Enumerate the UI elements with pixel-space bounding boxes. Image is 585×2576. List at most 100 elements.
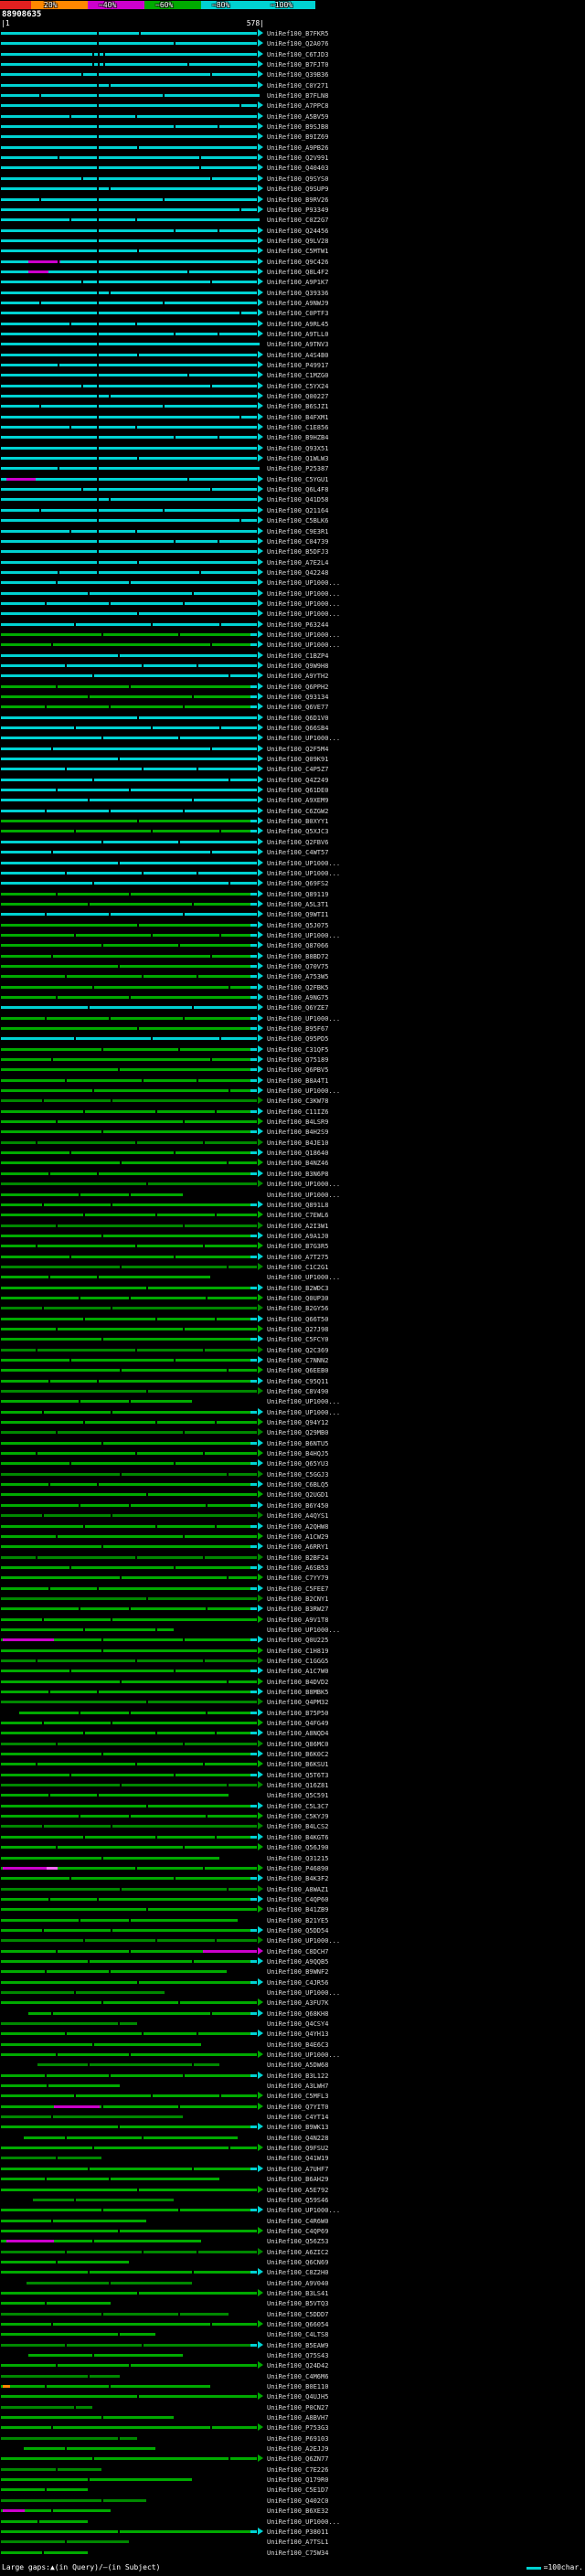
- hit-label[interactable]: UniRef100_UP1000...: [267, 1181, 340, 1188]
- hit-label[interactable]: UniRef100_Q0UP30: [267, 1295, 328, 1302]
- hit-label[interactable]: UniRef100_A9V040: [267, 2280, 328, 2287]
- hit-label[interactable]: UniRef100_P46890: [267, 1865, 328, 1872]
- hit-label[interactable]: UniRef100_A9TLL0: [267, 331, 328, 338]
- hit-label[interactable]: UniRef100_A9QQB5: [267, 1958, 328, 1966]
- hit-label[interactable]: UniRef100_B6Y450: [267, 1502, 328, 1510]
- hit-label[interactable]: UniRef100_B8A4T1: [267, 1077, 328, 1085]
- hit-label[interactable]: UniRef100_C5KYJ9: [267, 1813, 328, 1820]
- hit-label[interactable]: UniRef100_C0PTF3: [267, 310, 328, 317]
- hit-label[interactable]: UniRef100_UP1000...: [267, 1274, 340, 1281]
- hit-label[interactable]: UniRef100_UP1000...: [267, 641, 340, 649]
- hit-label[interactable]: UniRef100_UP1000...: [267, 1937, 340, 1945]
- hit-label[interactable]: UniRef100_B6SJZ1: [267, 403, 328, 410]
- hit-label[interactable]: UniRef100_C8DCH7: [267, 1948, 328, 1956]
- hit-label[interactable]: UniRef100_Q89119: [267, 891, 328, 898]
- hit-label[interactable]: UniRef100_Q179R0: [267, 2476, 328, 2484]
- hit-label[interactable]: UniRef100_Q5T6T3: [267, 1772, 328, 1779]
- hit-label[interactable]: UniRef100_A9PB26: [267, 144, 328, 152]
- hit-label[interactable]: UniRef100_C1H819: [267, 1648, 328, 1655]
- hit-label[interactable]: UniRef100_Q4N228: [267, 2135, 328, 2142]
- hit-label[interactable]: UniRef100_B7FJT0: [267, 61, 328, 69]
- hit-label[interactable]: UniRef100_B4JE10: [267, 1140, 328, 1147]
- hit-label[interactable]: UniRef100_Q95PD5: [267, 1035, 328, 1043]
- hit-label[interactable]: UniRef100_C1C2G1: [267, 1264, 328, 1271]
- hit-label[interactable]: UniRef100_Q69FS2: [267, 880, 328, 887]
- hit-label[interactable]: UniRef100_Q2A076: [267, 40, 328, 48]
- hit-label[interactable]: UniRef100_C5FEE7: [267, 1585, 328, 1593]
- hit-label[interactable]: UniRef100_C9E3R1: [267, 528, 328, 535]
- hit-label[interactable]: UniRef100_UP1000...: [267, 2518, 340, 2526]
- hit-label[interactable]: UniRef100_B4KGT6: [267, 1834, 328, 1841]
- hit-label[interactable]: UniRef100_C5YX24: [267, 383, 328, 390]
- hit-label[interactable]: UniRef100_C5E1D7: [267, 2486, 328, 2494]
- hit-label[interactable]: UniRef100_Q6YZE7: [267, 1004, 328, 1012]
- hit-label[interactable]: UniRef100_UP1000...: [267, 2051, 340, 2059]
- hit-label[interactable]: UniRef100_C5GGJ3: [267, 1471, 328, 1479]
- hit-label[interactable]: UniRef100_Q75S43: [267, 2352, 328, 2359]
- hit-label[interactable]: UniRef100_P93349: [267, 207, 328, 214]
- hit-label[interactable]: UniRef100_P753G3: [267, 2424, 328, 2432]
- hit-label[interactable]: UniRef100_Q2FBV6: [267, 839, 328, 846]
- hit-label[interactable]: UniRef100_Q2FBK5: [267, 984, 328, 991]
- hit-label[interactable]: UniRef100_Q68KH8: [267, 2010, 328, 2018]
- hit-label[interactable]: UniRef100_UP1000...: [267, 1627, 340, 1634]
- hit-label[interactable]: UniRef100_C5L3C7: [267, 1803, 328, 1810]
- hit-label[interactable]: UniRef100_B21YE5: [267, 1917, 328, 1924]
- hit-label[interactable]: UniRef100_C8Z2H0: [267, 2269, 328, 2276]
- hit-label[interactable]: UniRef100_Q9SYS0: [267, 175, 328, 183]
- hit-label[interactable]: UniRef100_B4NZ46: [267, 1160, 328, 1167]
- hit-label[interactable]: UniRef100_B9HZB4: [267, 434, 328, 441]
- hit-label[interactable]: UniRef100_UP1000...: [267, 1015, 340, 1023]
- hit-label[interactable]: UniRef100_UP1000...: [267, 631, 340, 639]
- hit-label[interactable]: UniRef100_C4WT57: [267, 849, 328, 856]
- hit-label[interactable]: UniRef100_UP1000...: [267, 1989, 340, 1997]
- hit-label[interactable]: UniRef100_B0E110: [267, 2383, 328, 2390]
- hit-label[interactable]: UniRef100_UP1000...: [267, 610, 340, 618]
- hit-label[interactable]: UniRef100_Q93X51: [267, 445, 328, 452]
- hit-label[interactable]: UniRef100_B4LSR9: [267, 1118, 328, 1126]
- hit-label[interactable]: UniRef100_A7TSL1: [267, 2539, 328, 2546]
- hit-label[interactable]: UniRef100_P49917: [267, 362, 328, 369]
- hit-label[interactable]: UniRef100_Q2V991: [267, 154, 328, 162]
- hit-label[interactable]: UniRef100_Q4CSY4: [267, 2020, 328, 2028]
- hit-label[interactable]: UniRef100_Q18640: [267, 1150, 328, 1157]
- hit-label[interactable]: UniRef100_A3FU7K: [267, 1999, 328, 2007]
- hit-label[interactable]: UniRef100_B5VTQ3: [267, 2300, 328, 2307]
- hit-label[interactable]: UniRef100_P63244: [267, 621, 328, 629]
- hit-label[interactable]: UniRef100_A9NG75: [267, 994, 328, 1002]
- hit-label[interactable]: UniRef100_A9V1T8: [267, 1617, 328, 1624]
- hit-label[interactable]: UniRef100_C5YGU1: [267, 476, 328, 483]
- hit-label[interactable]: UniRef100_Q66T50: [267, 1316, 328, 1323]
- hit-label[interactable]: UniRef100_B75P50: [267, 1710, 328, 1717]
- hit-label[interactable]: UniRef100_UP1000...: [267, 579, 340, 587]
- hit-label[interactable]: UniRef100_Q39336: [267, 290, 328, 297]
- hit-label[interactable]: UniRef100_Q87066: [267, 942, 328, 949]
- hit-label[interactable]: UniRef100_A6RRY1: [267, 1543, 328, 1551]
- hit-label[interactable]: UniRef100_Q4PM32: [267, 1699, 328, 1706]
- hit-label[interactable]: UniRef100_UP1000...: [267, 1409, 340, 1416]
- hit-label[interactable]: UniRef100_Q56J90: [267, 1844, 328, 1851]
- hit-label[interactable]: UniRef100_B4K3F2: [267, 1875, 328, 1882]
- hit-label[interactable]: UniRef100_UP1000...: [267, 600, 340, 608]
- hit-label[interactable]: UniRef100_B9IZ69: [267, 133, 328, 141]
- hit-label[interactable]: UniRef100_A2I3W1: [267, 1223, 328, 1230]
- hit-label[interactable]: UniRef100_A9A1J0: [267, 1233, 328, 1240]
- hit-label[interactable]: UniRef100_Q6CN69: [267, 2259, 328, 2266]
- hit-label[interactable]: UniRef100_A5BV59: [267, 113, 328, 121]
- hit-label[interactable]: UniRef100_C4P5Z7: [267, 766, 328, 773]
- hit-label[interactable]: UniRef100_Q2F5M4: [267, 746, 328, 753]
- hit-label[interactable]: UniRef100_Q6ZN77: [267, 2455, 328, 2463]
- hit-label[interactable]: UniRef100_Q6EEB0: [267, 1367, 328, 1374]
- hit-label[interactable]: UniRef100_C1BZP4: [267, 652, 328, 660]
- hit-label[interactable]: UniRef100_Q9FSU2: [267, 2145, 328, 2152]
- hit-label[interactable]: UniRef100_B4H2S9: [267, 1129, 328, 1136]
- hit-label[interactable]: UniRef100_Q59S46: [267, 2197, 328, 2204]
- hit-label[interactable]: UniRef100_Q39B36: [267, 71, 328, 79]
- hit-label[interactable]: UniRef100_Q9LV28: [267, 238, 328, 245]
- hit-label[interactable]: UniRef100_C4QP69: [267, 2228, 328, 2235]
- hit-label[interactable]: UniRef100_Q5XJC3: [267, 828, 328, 835]
- hit-label[interactable]: UniRef100_Q31215: [267, 1855, 328, 1862]
- hit-label[interactable]: UniRef100_A1C7W0: [267, 1668, 328, 1675]
- hit-label[interactable]: UniRef100_B8MBK5: [267, 1689, 328, 1696]
- hit-label[interactable]: UniRef100_B3RW27: [267, 1606, 328, 1613]
